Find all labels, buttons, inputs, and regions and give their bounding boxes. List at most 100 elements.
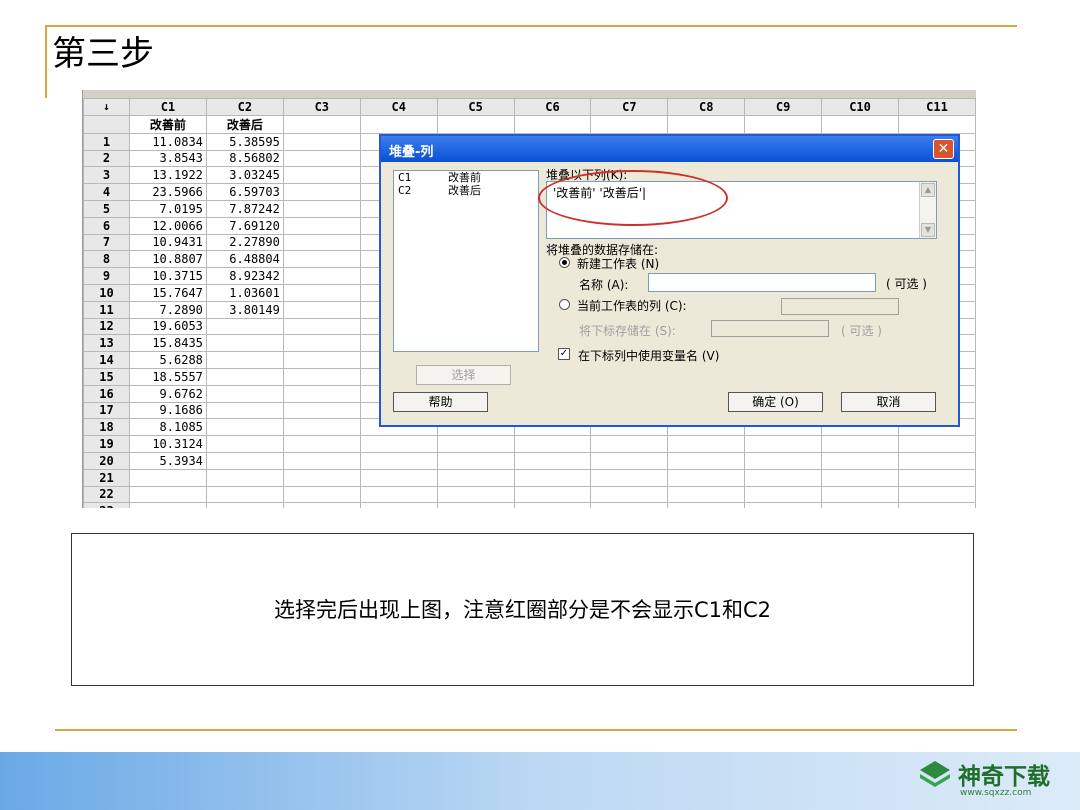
empty-cell[interactable] bbox=[436, 451, 515, 470]
scroll-down-icon[interactable]: ▼ bbox=[921, 223, 935, 237]
data-cell[interactable] bbox=[205, 334, 284, 353]
empty-cell[interactable] bbox=[898, 485, 976, 504]
data-cell[interactable] bbox=[205, 435, 284, 453]
empty-cell[interactable] bbox=[282, 166, 361, 185]
data-cell[interactable] bbox=[205, 468, 284, 487]
data-cell[interactable]: 8.1085 bbox=[128, 418, 207, 437]
empty-cell[interactable] bbox=[282, 351, 361, 369]
column-name-cell[interactable] bbox=[667, 114, 746, 134]
row-header[interactable]: 5 bbox=[83, 199, 130, 218]
row-header[interactable]: 3 bbox=[83, 166, 130, 185]
data-cell[interactable]: 9.1686 bbox=[128, 401, 207, 420]
column-header[interactable]: C8 bbox=[667, 98, 746, 116]
data-cell[interactable]: 2.27890 bbox=[205, 233, 284, 252]
data-cell[interactable]: 5.38595 bbox=[205, 132, 284, 151]
row-header[interactable]: 13 bbox=[83, 334, 130, 353]
row-header[interactable]: 2 bbox=[83, 149, 130, 168]
column-header[interactable]: C1 bbox=[128, 98, 207, 116]
help-button[interactable]: 帮助 bbox=[393, 392, 488, 412]
row-header[interactable]: 18 bbox=[83, 418, 130, 437]
current-worksheet-label[interactable]: 当前工作表的列 (C): bbox=[577, 297, 687, 314]
empty-cell[interactable] bbox=[359, 485, 438, 504]
column-name-cell[interactable] bbox=[359, 114, 438, 134]
data-cell[interactable]: 8.92342 bbox=[205, 267, 284, 285]
data-cell[interactable]: 13.1922 bbox=[128, 166, 207, 185]
data-cell[interactable] bbox=[205, 351, 284, 369]
data-cell[interactable]: 10.3124 bbox=[128, 435, 207, 453]
row-header[interactable]: 17 bbox=[83, 401, 130, 420]
empty-cell[interactable] bbox=[744, 485, 823, 504]
use-variable-names-label[interactable]: 在下标列中使用变量名 (V) bbox=[578, 347, 719, 364]
data-cell[interactable] bbox=[205, 401, 284, 420]
empty-cell[interactable] bbox=[821, 485, 899, 504]
empty-cell[interactable] bbox=[513, 485, 592, 504]
data-cell[interactable]: 9.6762 bbox=[128, 384, 207, 403]
row-header[interactable]: 21 bbox=[83, 468, 130, 487]
row-header[interactable]: 4 bbox=[83, 183, 130, 201]
empty-cell[interactable] bbox=[436, 468, 515, 487]
row-header[interactable]: 9 bbox=[83, 267, 130, 285]
empty-cell[interactable] bbox=[898, 435, 976, 453]
scroll-up-icon[interactable]: ▲ bbox=[921, 183, 935, 197]
column-name-cell[interactable] bbox=[590, 114, 669, 134]
empty-cell[interactable] bbox=[282, 149, 361, 168]
list-item[interactable]: C2 改善后 bbox=[394, 184, 538, 197]
empty-cell[interactable] bbox=[667, 485, 746, 504]
row-header[interactable]: 7 bbox=[83, 233, 130, 252]
data-cell[interactable]: 5.3934 bbox=[128, 451, 207, 470]
empty-cell[interactable] bbox=[590, 485, 669, 504]
empty-cell[interactable] bbox=[821, 451, 899, 470]
data-cell[interactable]: 3.8543 bbox=[128, 149, 207, 168]
column-name-cell[interactable]: 改善后 bbox=[205, 114, 284, 134]
row-header[interactable]: 16 bbox=[83, 384, 130, 403]
corner-header[interactable]: ↓ bbox=[83, 98, 130, 116]
data-cell[interactable]: 10.3715 bbox=[128, 267, 207, 285]
data-cell[interactable]: 23.5966 bbox=[128, 183, 207, 201]
current-worksheet-radio[interactable] bbox=[559, 299, 570, 310]
data-cell[interactable]: 6.59703 bbox=[205, 183, 284, 201]
empty-cell[interactable] bbox=[282, 317, 361, 336]
ok-button[interactable]: 确定 (O) bbox=[728, 392, 823, 412]
column-name-cell[interactable] bbox=[282, 114, 361, 134]
empty-cell[interactable] bbox=[513, 451, 592, 470]
empty-cell[interactable] bbox=[282, 367, 361, 386]
data-cell[interactable] bbox=[205, 317, 284, 336]
empty-cell[interactable] bbox=[282, 334, 361, 353]
empty-cell[interactable] bbox=[359, 502, 438, 508]
empty-cell[interactable] bbox=[282, 485, 361, 504]
empty-cell[interactable] bbox=[282, 233, 361, 252]
new-worksheet-label[interactable]: 新建工作表 (N) bbox=[577, 255, 659, 272]
empty-cell[interactable] bbox=[359, 451, 438, 470]
data-cell[interactable] bbox=[205, 485, 284, 504]
data-cell[interactable] bbox=[205, 418, 284, 437]
empty-cell[interactable] bbox=[282, 435, 361, 453]
data-cell[interactable]: 7.0195 bbox=[128, 199, 207, 218]
row-header[interactable]: 12 bbox=[83, 317, 130, 336]
empty-cell[interactable] bbox=[282, 502, 361, 508]
cancel-button[interactable]: 取消 bbox=[841, 392, 936, 412]
row-header[interactable]: 15 bbox=[83, 367, 130, 386]
data-cell[interactable]: 7.2890 bbox=[128, 300, 207, 319]
data-cell[interactable]: 1.03601 bbox=[205, 283, 284, 302]
empty-cell[interactable] bbox=[282, 132, 361, 151]
list-item[interactable]: C1 改善前 bbox=[394, 171, 538, 184]
empty-cell[interactable] bbox=[359, 435, 438, 453]
data-cell[interactable]: 6.48804 bbox=[205, 250, 284, 269]
column-header[interactable]: C4 bbox=[359, 98, 438, 116]
column-header[interactable]: C2 bbox=[205, 98, 284, 116]
new-worksheet-radio[interactable] bbox=[559, 257, 570, 268]
column-name-cell[interactable] bbox=[744, 114, 823, 134]
column-header[interactable]: C11 bbox=[898, 98, 976, 116]
column-header[interactable]: C5 bbox=[436, 98, 515, 116]
empty-cell[interactable] bbox=[282, 300, 361, 319]
column-name-cell[interactable]: 改善前 bbox=[128, 114, 207, 134]
row-header[interactable]: 14 bbox=[83, 351, 130, 369]
empty-cell[interactable] bbox=[282, 418, 361, 437]
column-name-cell[interactable] bbox=[821, 114, 899, 134]
row-header[interactable]: 23 bbox=[83, 502, 130, 508]
empty-cell[interactable] bbox=[821, 435, 899, 453]
data-cell[interactable]: 5.6288 bbox=[128, 351, 207, 369]
empty-cell[interactable] bbox=[282, 267, 361, 285]
empty-cell[interactable] bbox=[590, 468, 669, 487]
data-cell[interactable]: 7.87242 bbox=[205, 199, 284, 218]
